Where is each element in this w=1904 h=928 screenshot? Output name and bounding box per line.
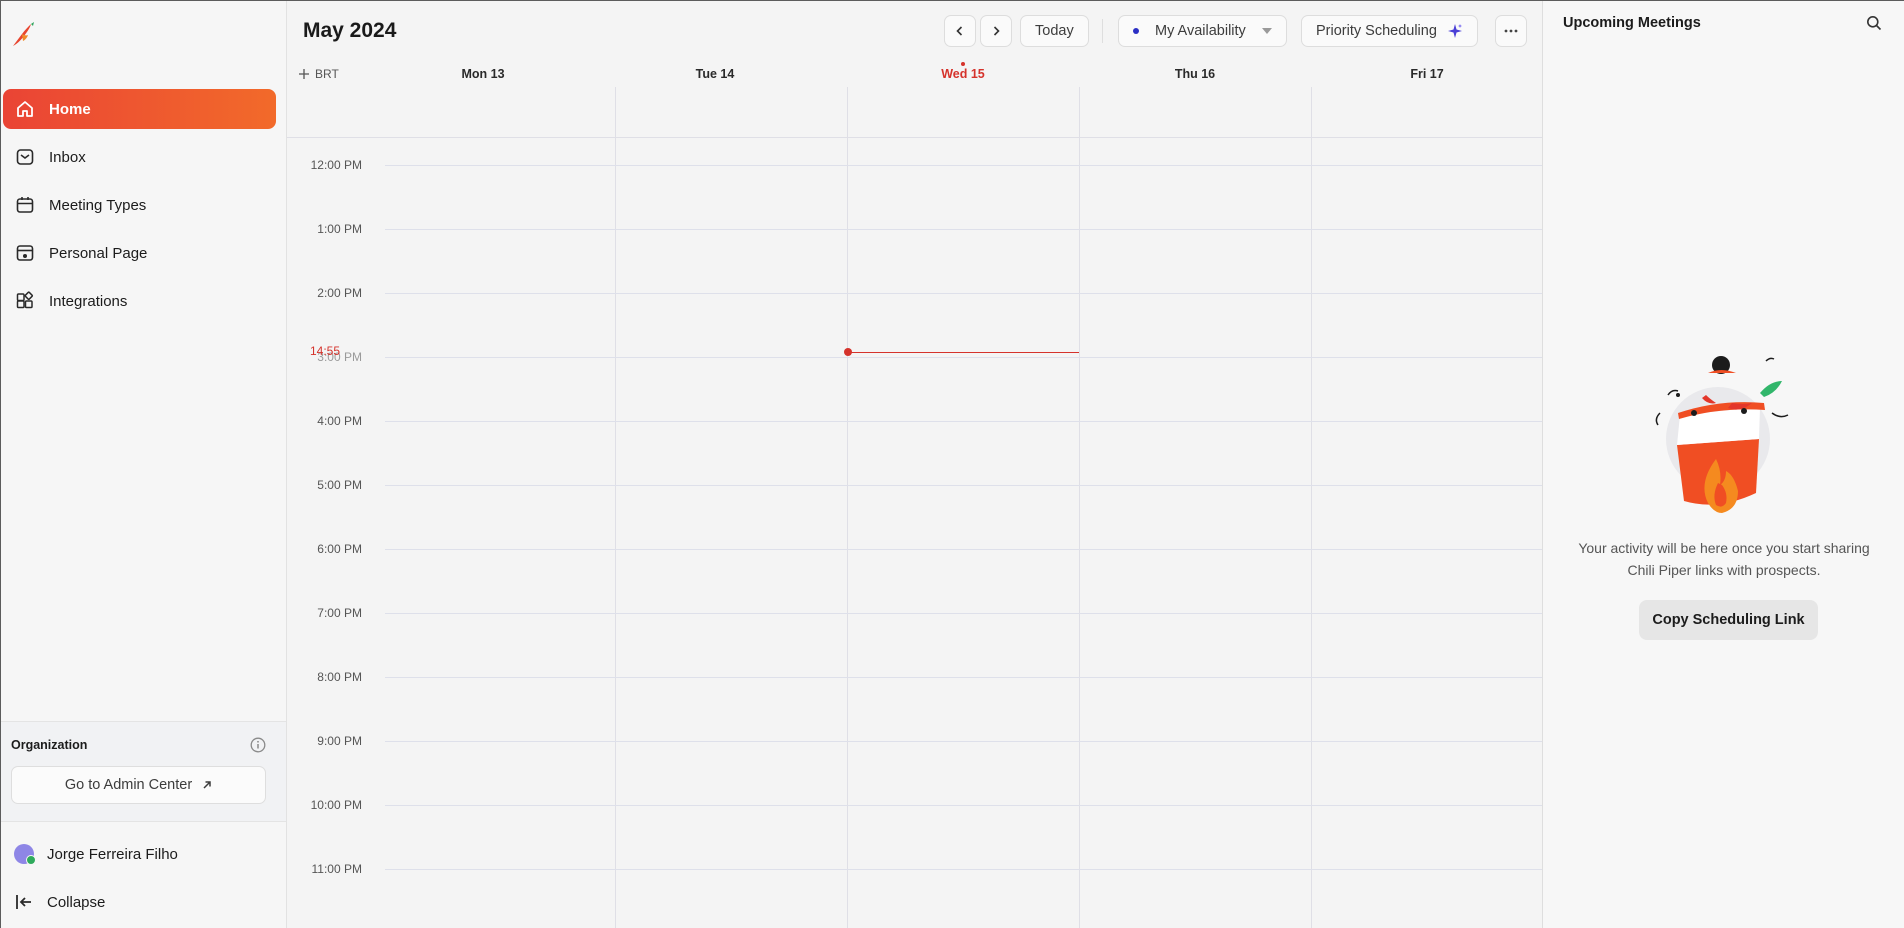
nav-integrations-label: Integrations [49,292,128,310]
day-header-mon[interactable]: Mon 13 [367,67,599,81]
integrations-icon [16,291,33,309]
today-button[interactable]: Today [1020,15,1089,47]
day-header-thu[interactable]: Thu 16 [1079,67,1311,81]
upcoming-meetings-panel: Upcoming Meetings Your activity will be … [1542,1,1904,928]
hour-gridline [385,549,1542,550]
hour-label: 1:00 PM [317,222,362,236]
hour-gridline [385,613,1542,614]
sparkle-icon [1447,24,1462,38]
plus-icon [299,69,309,79]
collapse-button[interactable]: Collapse [14,892,105,912]
priority-scheduling-label: Priority Scheduling [1316,23,1437,39]
hour-gridline [385,869,1542,870]
hour-label: 9:00 PM [317,734,362,748]
hour-gridline [385,229,1542,230]
more-options-button[interactable] [1495,15,1527,47]
nav-home[interactable]: Home [3,89,276,129]
nav-inbox-label: Inbox [49,148,86,166]
caret-down-icon [1261,28,1272,34]
hour-gridline [385,421,1542,422]
day-header-fri[interactable]: Fri 17 [1311,67,1543,81]
current-time-line [848,352,1079,353]
today-label: Today [1035,23,1074,39]
hour-gridline [385,165,1542,166]
timezone-selector[interactable]: BRT [299,67,339,81]
hour-gridline [385,485,1542,486]
chili-pot-illustration [1655,356,1789,513]
day-header-wed[interactable]: Wed 15 [847,67,1079,81]
external-link-icon [203,781,211,789]
nav-inbox[interactable]: Inbox [3,137,276,177]
allday-divider [1079,87,1080,137]
user-name: Jorge Ferreira Filho [47,845,178,863]
hour-label: 2:00 PM [317,286,362,300]
user-profile[interactable]: Jorge Ferreira Filho [14,844,178,865]
allday-divider [1311,87,1312,137]
next-week-button[interactable] [980,15,1012,47]
hour-label: 5:00 PM [317,478,362,492]
hour-label: 11:00 PM [311,862,362,876]
collapse-label: Collapse [47,893,106,911]
current-time-label: 14:55 [310,344,341,358]
admin-center-button[interactable]: Go to Admin Center [11,766,266,804]
timezone-label: BRT [315,67,339,81]
day-column-divider [615,137,616,928]
search-icon[interactable] [1866,15,1882,31]
empty-state-line-2: Chili Piper links with prospects. [1627,562,1821,578]
chevron-right-icon [993,26,1000,36]
availability-dropdown[interactable]: My Availability [1118,15,1287,47]
chili-pepper-logo[interactable] [11,21,37,49]
organization-section: Organization Go to Admin Center [1,721,286,821]
home-icon [17,101,33,117]
copy-scheduling-link-button[interactable]: Copy Scheduling Link [1639,600,1818,640]
panel-title: Upcoming Meetings [1563,15,1701,31]
day-column-divider [1079,137,1080,928]
hour-label: 10:00 PM [310,798,362,812]
hour-gridline [385,357,1542,358]
hour-label: 6:00 PM [317,542,362,556]
day-column-divider [1311,137,1312,928]
chevron-left-icon [956,26,963,36]
nav-personal-page[interactable]: Personal Page [3,233,276,273]
prev-week-button[interactable] [944,15,976,47]
hour-label: 4:00 PM [317,414,362,428]
organization-title: Organization [11,738,88,752]
today-indicator-dot [961,62,965,66]
day-header-tue[interactable]: Tue 14 [599,67,831,81]
empty-state-text: Your activity will be here once you star… [1563,537,1885,581]
allday-row-border [287,137,1542,138]
sidebar: Home Inbox Meeting Types Personal Page I… [1,1,287,928]
hour-gridline [385,677,1542,678]
calendar-main: May 2024 Today My Availability Priority … [287,1,1542,928]
hour-gridline [385,293,1542,294]
priority-scheduling-button[interactable]: Priority Scheduling [1301,15,1478,47]
nav-meeting-types[interactable]: Meeting Types [3,185,276,225]
collapse-icon [16,895,31,909]
allday-divider [615,87,616,137]
user-section: Jorge Ferreira Filho Collapse [1,821,286,928]
allday-divider [847,87,848,137]
availability-dot [1133,28,1139,34]
month-title: May 2024 [303,19,397,42]
hour-gridline [385,741,1542,742]
personal-page-icon [16,245,34,261]
toolbar-divider [1102,19,1103,43]
day-column-divider [847,137,848,928]
empty-state-line-1: Your activity will be here once you star… [1578,540,1870,556]
hour-label: 7:00 PM [317,606,362,620]
hour-label: 12:00 PM [310,158,362,172]
hour-label: 8:00 PM [317,670,362,684]
inbox-icon [16,149,34,165]
info-icon[interactable] [250,737,266,753]
more-horizontal-icon [1504,29,1518,33]
hour-gridline [385,805,1542,806]
admin-center-label: Go to Admin Center [64,777,193,793]
calendar-icon [16,197,34,213]
availability-label: My Availability [1155,23,1246,39]
nav-personal-page-label: Personal Page [49,244,148,262]
nav-meeting-types-label: Meeting Types [49,196,147,214]
nav-integrations[interactable]: Integrations [3,281,276,321]
avatar [14,844,36,865]
nav-home-label: Home [49,100,91,118]
